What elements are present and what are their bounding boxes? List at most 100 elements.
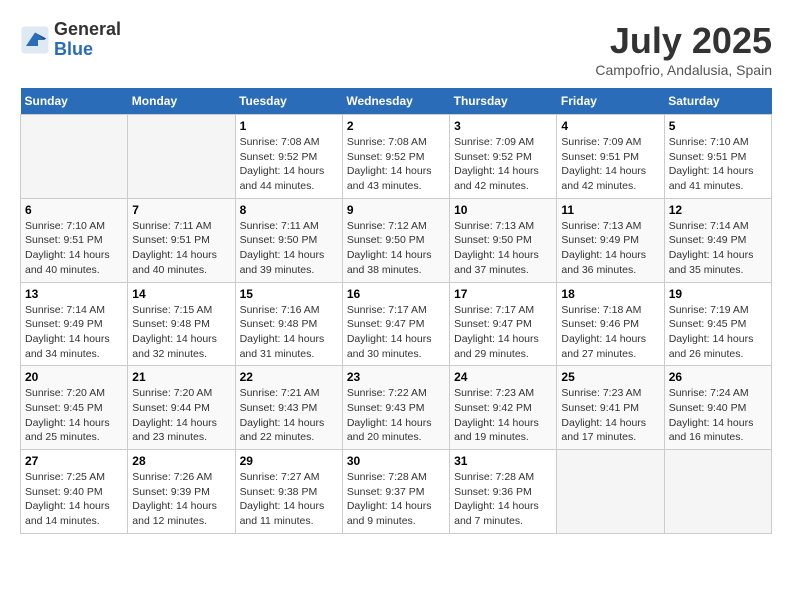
day-number: 23 [347,370,445,384]
cell-content: Sunrise: 7:17 AM Sunset: 9:47 PM Dayligh… [347,303,445,362]
calendar-cell: 11 Sunrise: 7:13 AM Sunset: 9:49 PM Dayli… [557,198,664,282]
calendar-cell: 13 Sunrise: 7:14 AM Sunset: 9:49 PM Dayli… [21,282,128,366]
cell-content: Sunrise: 7:08 AM Sunset: 9:52 PM Dayligh… [347,135,445,194]
calendar-cell: 6 Sunrise: 7:10 AM Sunset: 9:51 PM Daylig… [21,198,128,282]
calendar-cell: 7 Sunrise: 7:11 AM Sunset: 9:51 PM Daylig… [128,198,235,282]
calendar-cell: 24Sunrise: 7:23 AM Sunset: 9:42 PM Dayli… [450,366,557,450]
day-number: 25 [561,370,659,384]
calendar-cell: 4Sunrise: 7:09 AM Sunset: 9:51 PM Daylig… [557,115,664,199]
day-number: 12 [669,203,767,217]
calendar-table: SundayMondayTuesdayWednesdayThursdayFrid… [20,88,772,534]
calendar-cell: 29 Sunrise: 7:27 AM Sunset: 9:38 PM Dayli… [235,450,342,534]
day-number: 1 [240,119,338,133]
cell-content: Sunrise: 7:15 AM Sunset: 9:48 PM Dayligh… [132,303,230,362]
cell-content: Sunrise: 7:13 AM Sunset: 9:49 PM Dayligh… [561,219,659,278]
day-number: 22 [240,370,338,384]
cell-content: Sunrise: 7:17 AM Sunset: 9:47 PM Dayligh… [454,303,552,362]
calendar-week-row: 13 Sunrise: 7:14 AM Sunset: 9:49 PM Dayli… [21,282,772,366]
weekday-header: Tuesday [235,88,342,115]
cell-content: Sunrise: 7:19 AM Sunset: 9:45 PM Dayligh… [669,303,767,362]
day-number: 27 [25,454,123,468]
day-number: 18 [561,287,659,301]
logo-blue: Blue [54,40,121,60]
calendar-cell: 19 Sunrise: 7:19 AM Sunset: 9:45 PM Dayli… [664,282,771,366]
weekday-header: Friday [557,88,664,115]
page-header: General Blue July 2025 Campofrio, Andalu… [20,20,772,78]
cell-content: Sunrise: 7:11 AM Sunset: 9:51 PM Dayligh… [132,219,230,278]
calendar-cell: 5Sunrise: 7:10 AM Sunset: 9:51 PM Daylig… [664,115,771,199]
day-number: 10 [454,203,552,217]
calendar-cell: 20 Sunrise: 7:20 AM Sunset: 9:45 PM Dayli… [21,366,128,450]
day-number: 21 [132,370,230,384]
day-number: 6 [25,203,123,217]
calendar-cell: 3Sunrise: 7:09 AM Sunset: 9:52 PM Daylig… [450,115,557,199]
calendar-cell: 15 Sunrise: 7:16 AM Sunset: 9:48 PM Dayli… [235,282,342,366]
day-number: 20 [25,370,123,384]
weekday-header: Saturday [664,88,771,115]
day-number: 26 [669,370,767,384]
calendar-cell: 21 Sunrise: 7:20 AM Sunset: 9:44 PM Dayli… [128,366,235,450]
calendar-cell: 26 Sunrise: 7:24 AM Sunset: 9:40 PM Dayli… [664,366,771,450]
weekday-header: Wednesday [342,88,449,115]
cell-content: Sunrise: 7:23 AM Sunset: 9:41 PM Dayligh… [561,386,659,445]
weekday-header: Thursday [450,88,557,115]
day-number: 11 [561,203,659,217]
weekday-header: Monday [128,88,235,115]
calendar-cell: 16 Sunrise: 7:17 AM Sunset: 9:47 PM Dayli… [342,282,449,366]
day-number: 19 [669,287,767,301]
day-number: 9 [347,203,445,217]
calendar-cell: 18Sunrise: 7:18 AM Sunset: 9:46 PM Dayli… [557,282,664,366]
calendar-cell: 28 Sunrise: 7:26 AM Sunset: 9:39 PM Dayli… [128,450,235,534]
day-number: 2 [347,119,445,133]
day-number: 24 [454,370,552,384]
calendar-cell: 27 Sunrise: 7:25 AM Sunset: 9:40 PM Dayli… [21,450,128,534]
calendar-cell: 8Sunrise: 7:11 AM Sunset: 9:50 PM Daylig… [235,198,342,282]
cell-content: Sunrise: 7:25 AM Sunset: 9:40 PM Dayligh… [25,470,123,529]
cell-content: Sunrise: 7:10 AM Sunset: 9:51 PM Dayligh… [25,219,123,278]
day-number: 7 [132,203,230,217]
cell-content: Sunrise: 7:14 AM Sunset: 9:49 PM Dayligh… [25,303,123,362]
weekday-header: Sunday [21,88,128,115]
calendar-cell: 2 Sunrise: 7:08 AM Sunset: 9:52 PM Daylig… [342,115,449,199]
cell-content: Sunrise: 7:28 AM Sunset: 9:36 PM Dayligh… [454,470,552,529]
cell-content: Sunrise: 7:09 AM Sunset: 9:52 PM Dayligh… [454,135,552,194]
day-number: 13 [25,287,123,301]
cell-content: Sunrise: 7:24 AM Sunset: 9:40 PM Dayligh… [669,386,767,445]
day-number: 15 [240,287,338,301]
logo: General Blue [20,20,121,60]
day-number: 8 [240,203,338,217]
calendar-week-row: 1 Sunrise: 7:08 AM Sunset: 9:52 PM Daylig… [21,115,772,199]
day-number: 28 [132,454,230,468]
calendar-cell: 17Sunrise: 7:17 AM Sunset: 9:47 PM Dayli… [450,282,557,366]
day-number: 16 [347,287,445,301]
cell-content: Sunrise: 7:28 AM Sunset: 9:37 PM Dayligh… [347,470,445,529]
day-number: 29 [240,454,338,468]
cell-content: Sunrise: 7:20 AM Sunset: 9:44 PM Dayligh… [132,386,230,445]
day-number: 4 [561,119,659,133]
logo-general: General [54,20,121,40]
cell-content: Sunrise: 7:21 AM Sunset: 9:43 PM Dayligh… [240,386,338,445]
logo-icon [20,25,50,55]
calendar-cell: 23 Sunrise: 7:22 AM Sunset: 9:43 PM Dayli… [342,366,449,450]
cell-content: Sunrise: 7:27 AM Sunset: 9:38 PM Dayligh… [240,470,338,529]
title-block: July 2025 Campofrio, Andalusia, Spain [595,20,772,78]
cell-content: Sunrise: 7:08 AM Sunset: 9:52 PM Dayligh… [240,135,338,194]
calendar-cell: 12Sunrise: 7:14 AM Sunset: 9:49 PM Dayli… [664,198,771,282]
calendar-cell [557,450,664,534]
calendar-week-row: 20 Sunrise: 7:20 AM Sunset: 9:45 PM Dayli… [21,366,772,450]
calendar-cell: 31Sunrise: 7:28 AM Sunset: 9:36 PM Dayli… [450,450,557,534]
cell-content: Sunrise: 7:26 AM Sunset: 9:39 PM Dayligh… [132,470,230,529]
calendar-cell: 14Sunrise: 7:15 AM Sunset: 9:48 PM Dayli… [128,282,235,366]
calendar-cell: 25 Sunrise: 7:23 AM Sunset: 9:41 PM Dayli… [557,366,664,450]
cell-content: Sunrise: 7:10 AM Sunset: 9:51 PM Dayligh… [669,135,767,194]
calendar-cell: 10Sunrise: 7:13 AM Sunset: 9:50 PM Dayli… [450,198,557,282]
calendar-cell: 22 Sunrise: 7:21 AM Sunset: 9:43 PM Dayli… [235,366,342,450]
logo-text: General Blue [54,20,121,60]
day-number: 30 [347,454,445,468]
calendar-week-row: 27 Sunrise: 7:25 AM Sunset: 9:40 PM Dayli… [21,450,772,534]
cell-content: Sunrise: 7:16 AM Sunset: 9:48 PM Dayligh… [240,303,338,362]
calendar-cell [128,115,235,199]
cell-content: Sunrise: 7:20 AM Sunset: 9:45 PM Dayligh… [25,386,123,445]
weekday-header-row: SundayMondayTuesdayWednesdayThursdayFrid… [21,88,772,115]
cell-content: Sunrise: 7:22 AM Sunset: 9:43 PM Dayligh… [347,386,445,445]
